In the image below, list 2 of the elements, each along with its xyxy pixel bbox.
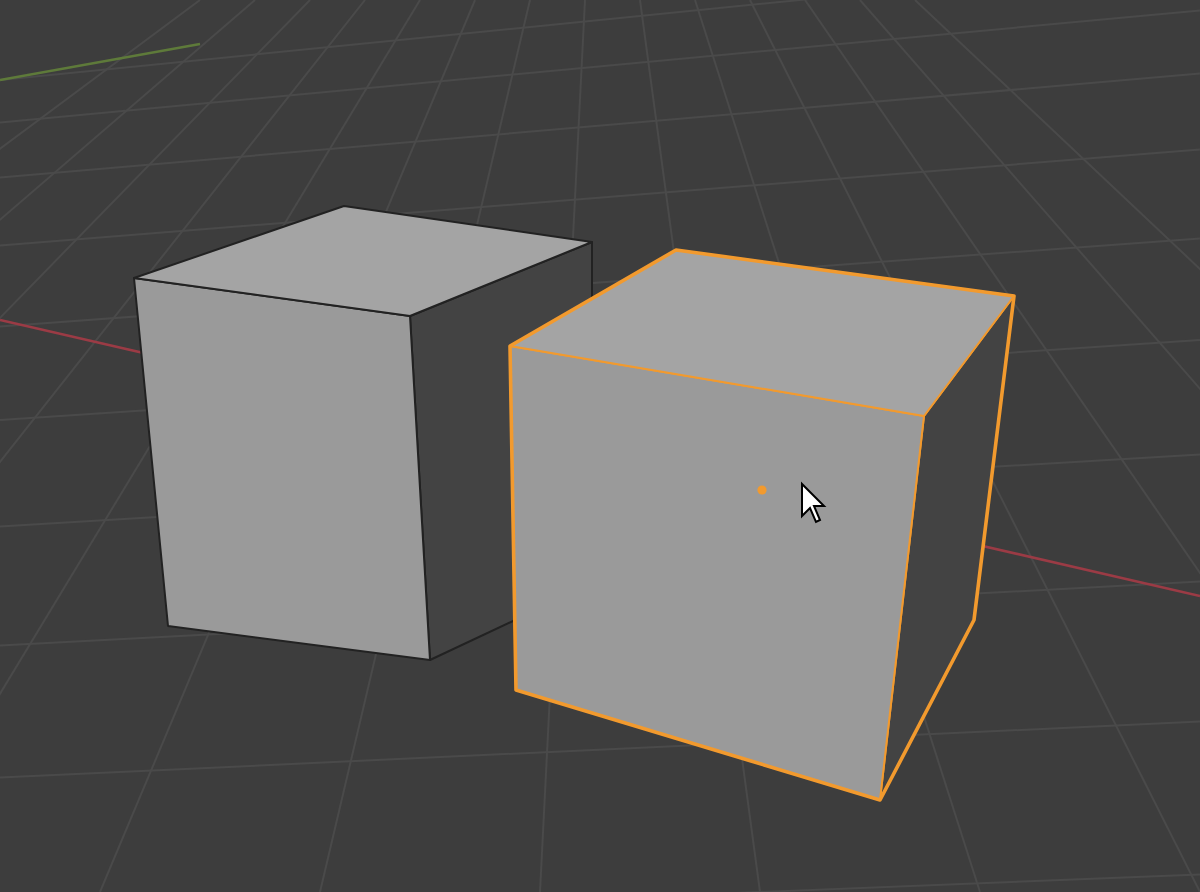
cube[interactable] [508, 248, 1016, 802]
cursor-icon [801, 481, 827, 524]
